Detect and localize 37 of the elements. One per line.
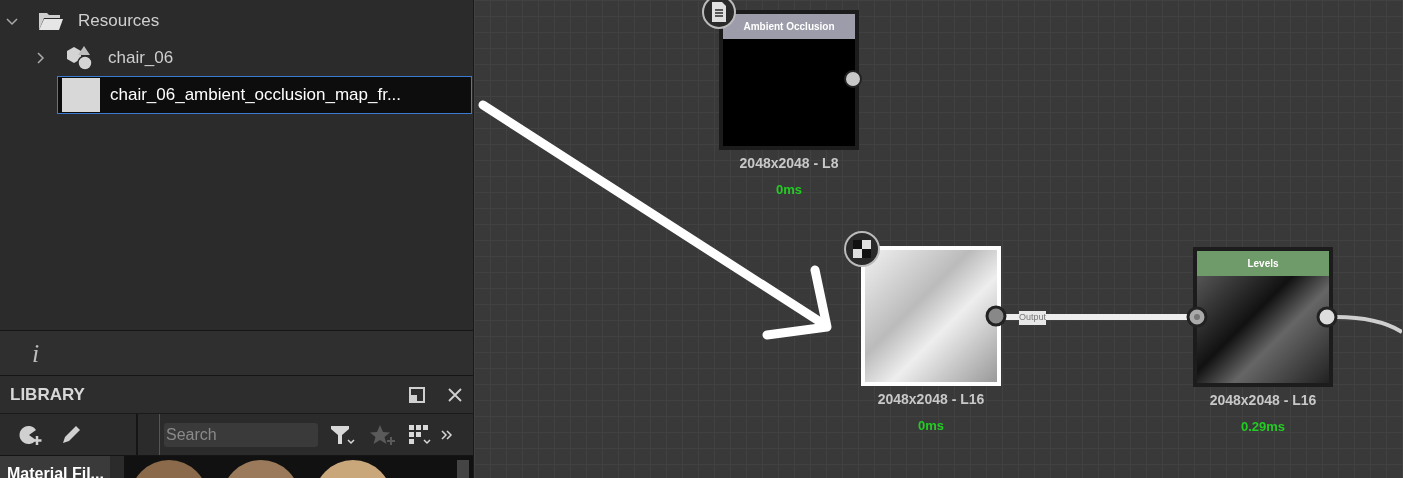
info-icon[interactable]: i bbox=[32, 333, 40, 373]
document-icon bbox=[701, 0, 737, 30]
close-icon[interactable] bbox=[447, 386, 463, 403]
output-port[interactable] bbox=[1316, 306, 1338, 328]
connection-label: Output bbox=[1019, 311, 1047, 325]
tree-item-label[interactable]: Resources bbox=[78, 7, 160, 34]
connection-line bbox=[1336, 314, 1402, 336]
tree-item-label[interactable]: chair_06_ambient_occlusion_map_fr... bbox=[110, 81, 402, 108]
folder-icon bbox=[38, 10, 64, 31]
node-time: 0ms bbox=[775, 181, 803, 199]
node-resolution: 2048x2048 - L8 bbox=[738, 154, 840, 173]
node-resolution: 2048x2048 - L16 bbox=[876, 390, 986, 409]
output-port[interactable] bbox=[985, 305, 1007, 327]
node-title: Ambient Occlusion bbox=[723, 14, 855, 39]
tree-item[interactable]: chair_06_ambient_occlusion_map_fr... bbox=[57, 75, 472, 114]
node-title: Levels bbox=[1197, 251, 1329, 276]
search-field[interactable]: Search bbox=[164, 422, 318, 447]
tree-item-label[interactable]: chair_06 bbox=[108, 44, 174, 71]
node-time: 0ms bbox=[917, 417, 945, 435]
pencil-icon[interactable] bbox=[60, 423, 82, 446]
texture-thumbnail bbox=[62, 77, 100, 112]
node-time: 0.29ms bbox=[1239, 418, 1287, 436]
float-panel-icon[interactable] bbox=[409, 386, 425, 403]
grid-view-icon[interactable] bbox=[408, 423, 434, 446]
star-add-icon[interactable] bbox=[370, 423, 396, 446]
output-port[interactable] bbox=[844, 70, 862, 88]
checker-icon bbox=[843, 230, 881, 268]
graph-canvas[interactable]: Ambient Occlusion 2048x2048 - L8 0ms 2048x2048 - L16 0ms Levels 2048x2048 - L16 0.29ms Output bbox=[474, 0, 1403, 478]
more-icon[interactable] bbox=[440, 427, 454, 442]
shapes-icon bbox=[66, 44, 94, 71]
chevron-right-icon[interactable] bbox=[34, 51, 46, 64]
scrollbar[interactable] bbox=[457, 460, 469, 478]
node-resolution: 2048x2048 - L16 bbox=[1208, 391, 1318, 410]
input-port[interactable] bbox=[1186, 306, 1208, 328]
filter-icon[interactable] bbox=[330, 423, 356, 446]
panel-title: LIBRARY bbox=[10, 383, 85, 406]
add-shape-icon[interactable] bbox=[18, 423, 42, 446]
